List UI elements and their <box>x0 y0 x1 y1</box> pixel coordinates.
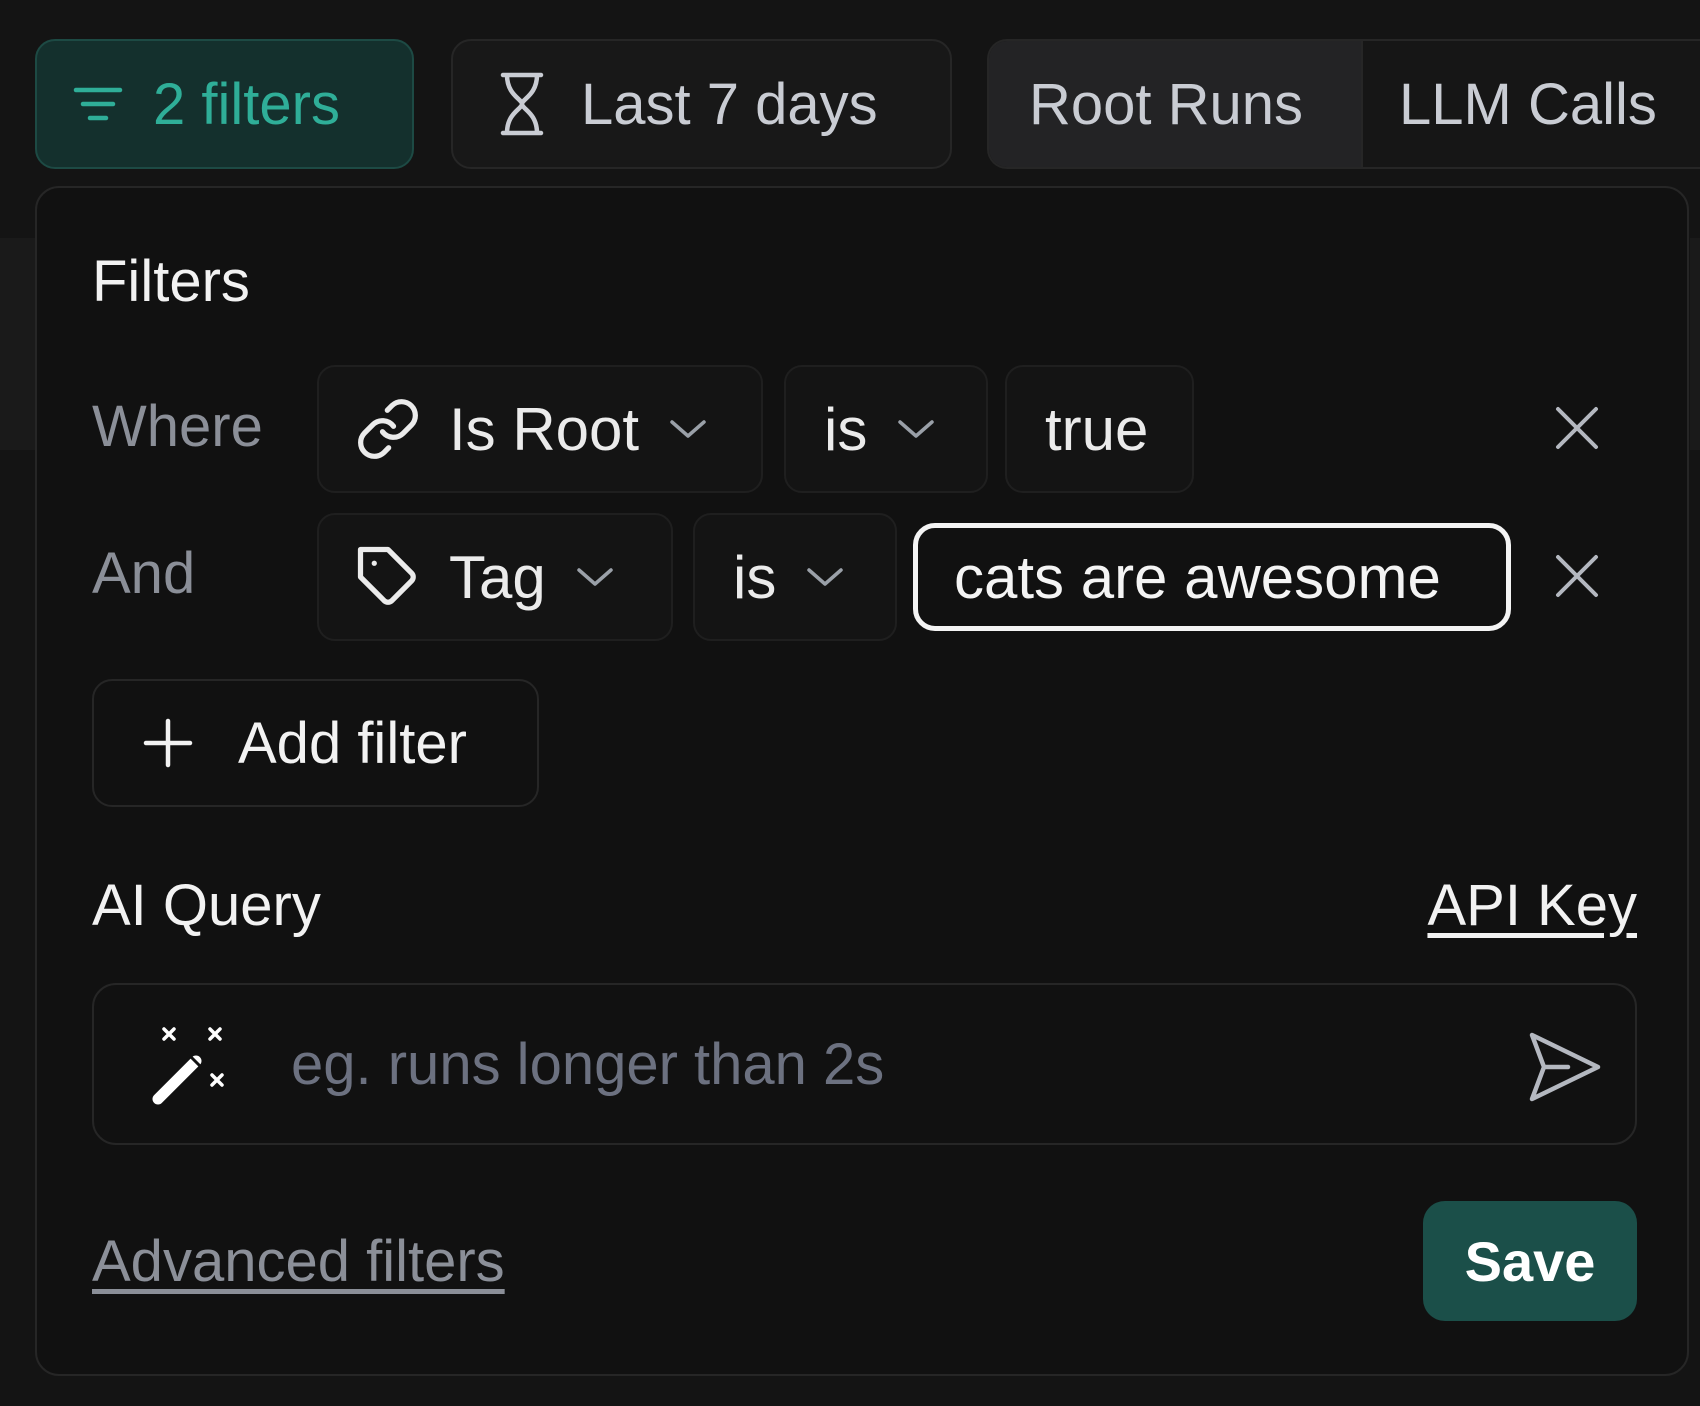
add-filter-button[interactable]: Add filter <box>92 679 539 807</box>
filters-popover: Filters Where Is Root is true And Tag is… <box>35 186 1689 1376</box>
save-button[interactable]: Save <box>1423 1201 1637 1321</box>
hourglass-icon <box>497 71 547 137</box>
chevron-down-icon <box>576 565 614 589</box>
field-label: Is Root <box>449 395 640 463</box>
value-label: true <box>1045 395 1149 463</box>
advanced-filters-link[interactable]: Advanced filters <box>92 1228 505 1295</box>
value-input-row2[interactable]: cats are awesome <box>913 523 1511 631</box>
chevron-down-icon <box>806 565 844 589</box>
plus-icon <box>142 717 194 769</box>
tab-llm-calls[interactable]: LLM Calls <box>1361 41 1700 167</box>
ai-query-title: AI Query <box>92 873 321 938</box>
popover-title: Filters <box>92 249 250 314</box>
field-label: Tag <box>449 543 546 611</box>
operator-label: is <box>733 543 777 611</box>
ai-query-box <box>92 983 1637 1145</box>
ai-query-input[interactable] <box>289 1023 1393 1105</box>
value-field-row1[interactable]: true <box>1005 365 1194 493</box>
close-icon[interactable] <box>1547 546 1607 606</box>
background-panel <box>0 238 40 450</box>
operator-select-row2[interactable]: is <box>693 513 897 641</box>
filters-button[interactable]: 2 filters <box>35 39 414 169</box>
field-select-tag[interactable]: Tag <box>317 513 673 641</box>
tab-llm-calls-label: LLM Calls <box>1399 71 1657 137</box>
magic-wand-icon <box>148 1025 230 1107</box>
operator-label: is <box>824 395 868 463</box>
row-connector-where: Where <box>92 394 263 459</box>
date-range-button[interactable]: Last 7 days <box>451 39 952 169</box>
chevron-down-icon <box>669 417 707 441</box>
value-label: cats are awesome <box>954 543 1441 611</box>
tab-root-runs-label: Root Runs <box>1029 71 1304 137</box>
page: 2 filters Last 7 days Root Runs LLM Call… <box>0 0 1700 1406</box>
background-panel-right <box>1690 238 1700 450</box>
run-type-tabs: Root Runs LLM Calls <box>987 39 1700 169</box>
link-icon <box>355 396 421 462</box>
close-icon[interactable] <box>1547 398 1607 458</box>
field-select-is-root[interactable]: Is Root <box>317 365 763 493</box>
api-key-link[interactable]: API Key <box>1427 872 1637 939</box>
chevron-down-icon <box>897 417 935 441</box>
date-range-label: Last 7 days <box>581 71 878 137</box>
row-connector-and: And <box>92 541 196 606</box>
tag-icon <box>355 544 421 610</box>
add-filter-label: Add filter <box>238 710 467 776</box>
filter-lines-icon <box>73 82 123 126</box>
tab-root-runs[interactable]: Root Runs <box>989 41 1361 167</box>
filters-button-label: 2 filters <box>153 71 340 137</box>
send-icon[interactable] <box>1526 1031 1602 1103</box>
operator-select-row1[interactable]: is <box>784 365 988 493</box>
